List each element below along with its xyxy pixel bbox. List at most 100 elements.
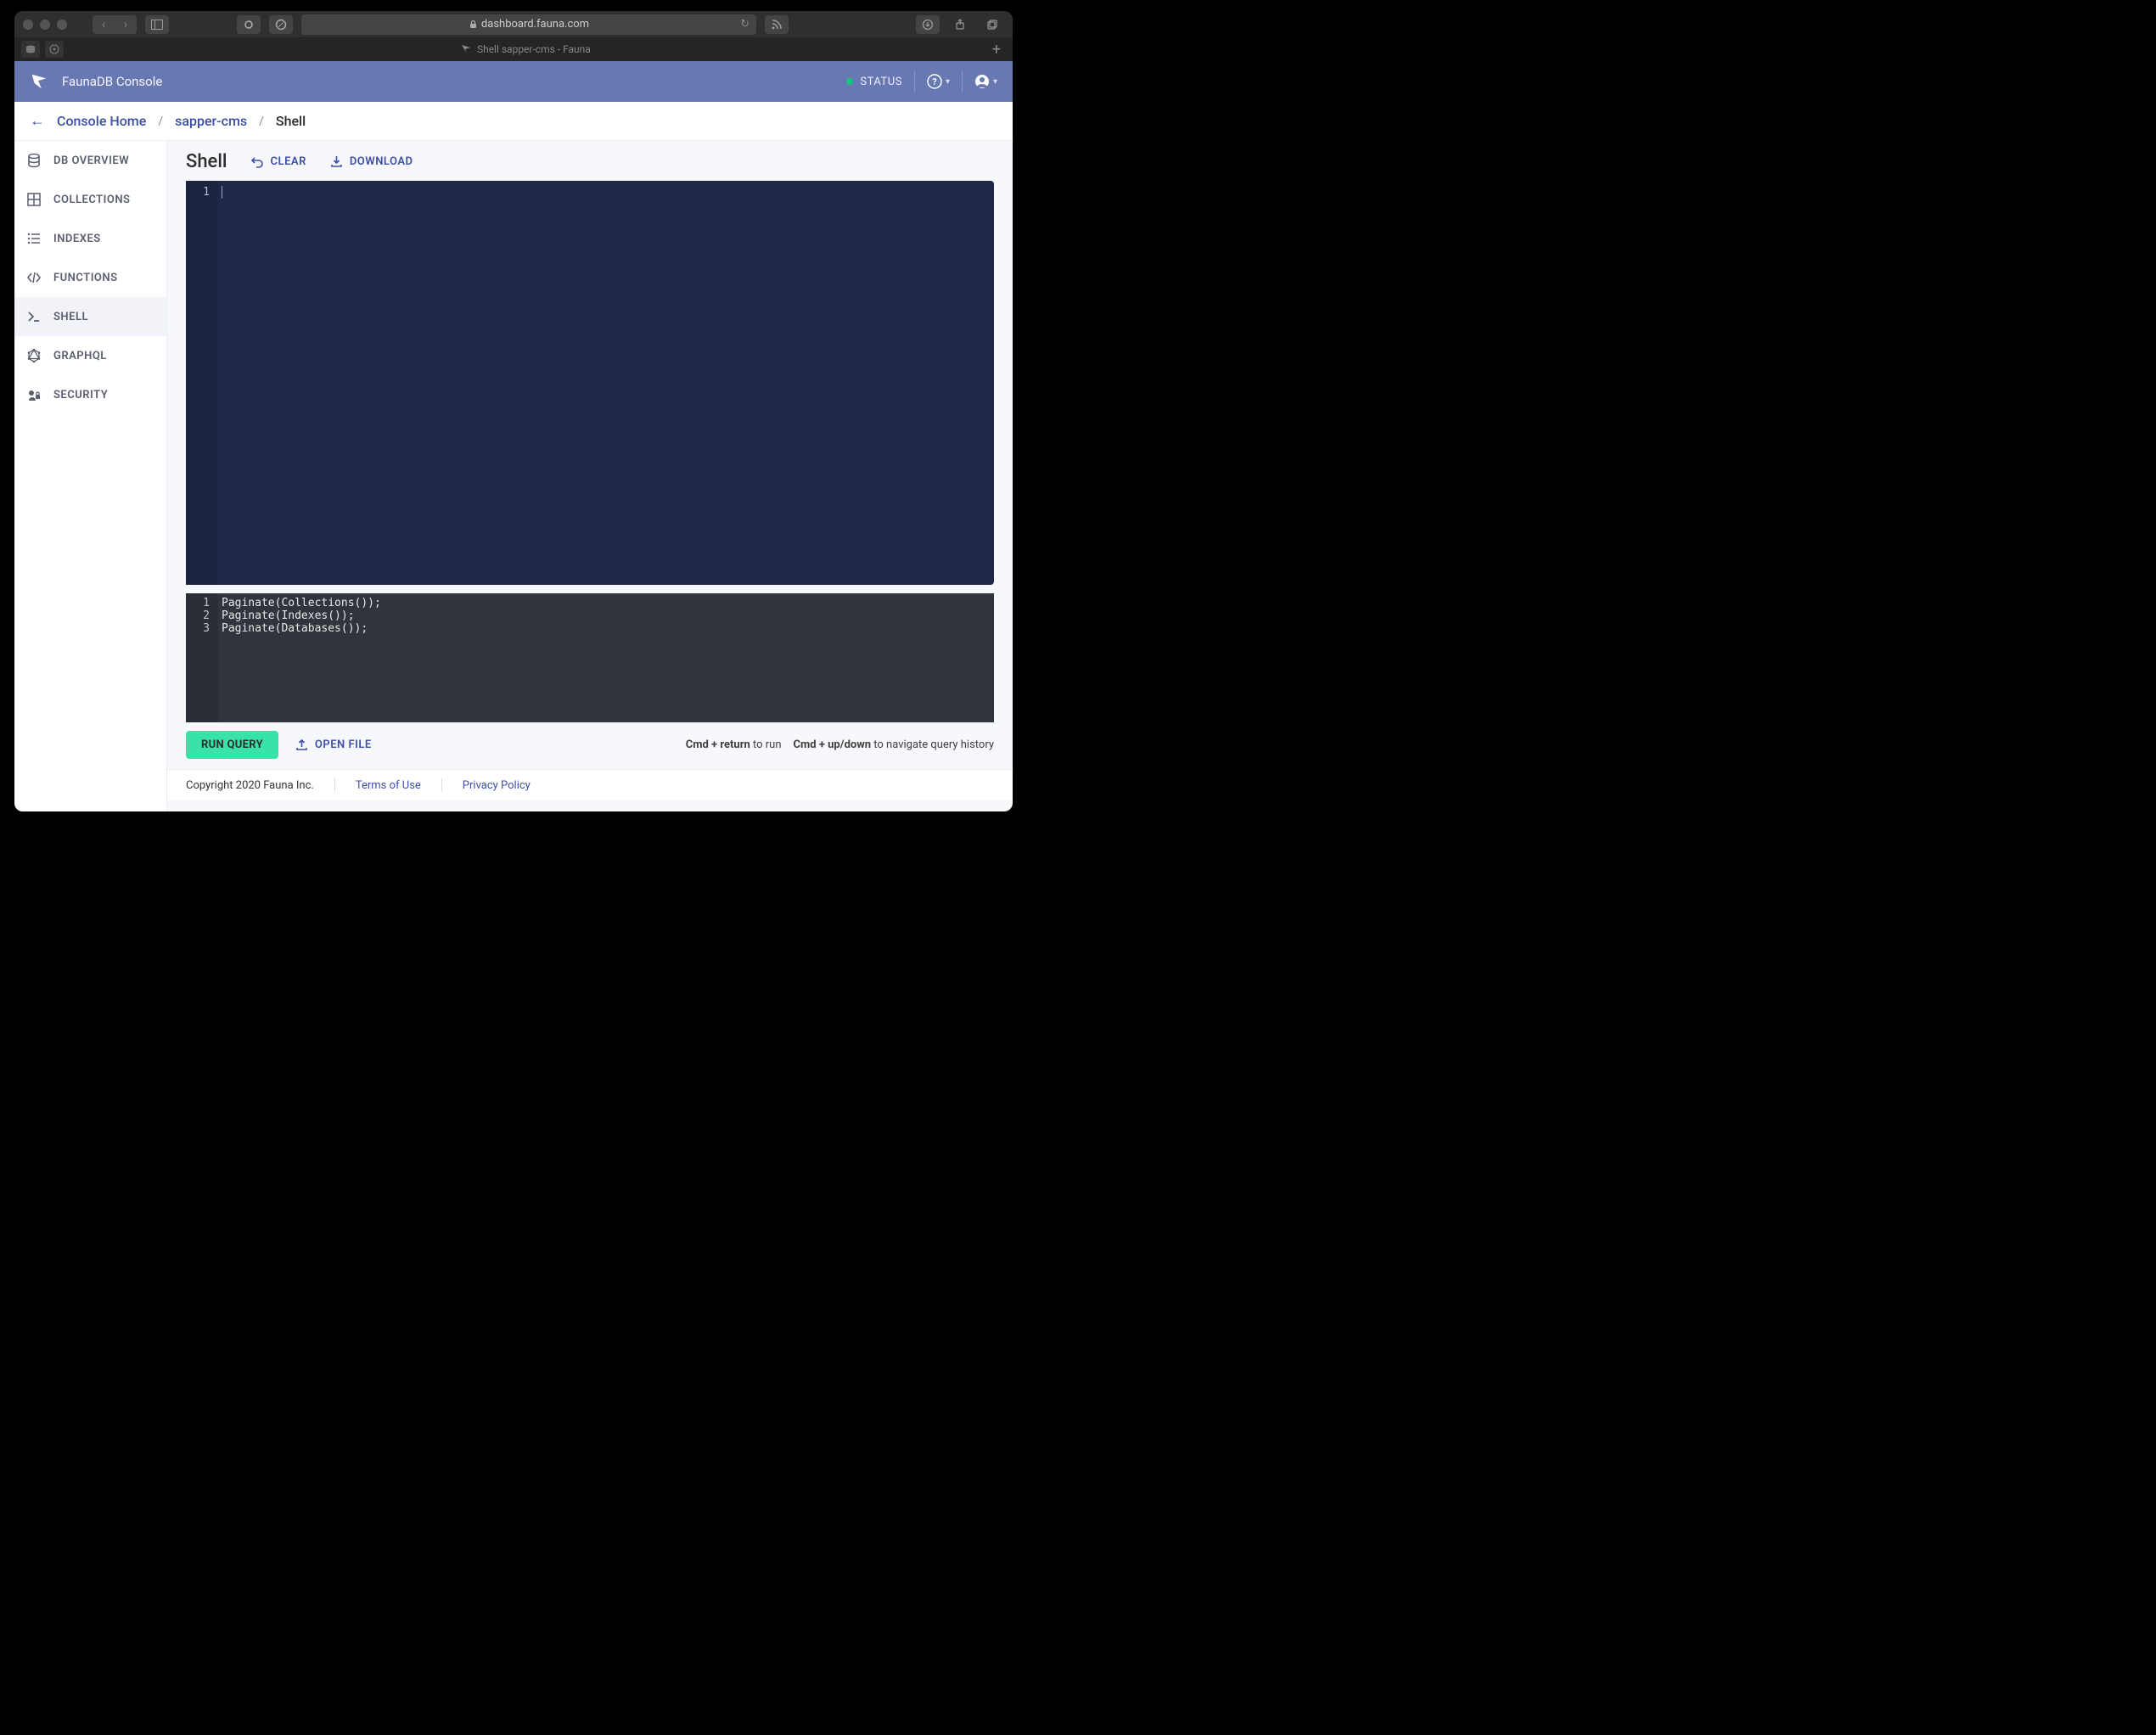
sidebar-item-label: GRAPHQL [53,350,107,362]
discord-icon[interactable] [21,41,40,58]
back-arrow-icon[interactable]: ← [30,112,45,130]
line-number: 1 [186,597,210,609]
privacy-link[interactable]: Privacy Policy [463,779,531,792]
download-label: DOWNLOAD [350,155,413,168]
appbar: FaunaDB Console STATUS ? ▾ ▾ [14,61,1013,102]
lock-icon [469,20,478,29]
output-line: Paginate(Indexes()); [222,609,994,622]
appbar-divider [962,70,963,93]
crumb-sep: / [259,115,264,128]
sidebar-item-label: DB OVERVIEW [53,154,129,167]
page-title: Shell [186,151,227,172]
copyright: Copyright 2020 Fauna Inc. [186,779,314,792]
footer-divider [441,778,442,792]
sidebar-item-collections[interactable]: COLLECTIONS [14,180,166,219]
crumb-sep: / [158,115,163,128]
sidebar-item-graphql[interactable]: GRAPHQL [14,336,166,375]
tab-title: Shell sapper-cms - Fauna [477,43,591,55]
status-indicator[interactable]: STATUS [846,76,902,88]
clear-button[interactable]: CLEAR [251,155,306,168]
output-gutter: 1 2 3 [186,593,218,722]
chevron-down-icon: ▾ [993,77,997,87]
editor-gutter: 1 [186,181,218,585]
status-dot-icon [846,78,853,85]
sidebar-item-security[interactable]: SECURITY [14,375,166,414]
crumb-home[interactable]: Console Home [57,113,146,129]
open-file-label: OPEN FILE [315,738,372,751]
sidebar-item-dboverview[interactable]: DB OVERVIEW [14,141,166,180]
sidebar-item-functions[interactable]: FUNCTIONS [14,258,166,297]
hint-history: Cmd + up/down to navigate query history [794,738,994,751]
graphql-icon [26,348,42,363]
output-panel: 1 2 3 Paginate(Collections()); Paginate(… [186,593,994,722]
line-number: 1 [186,186,210,199]
share-icon[interactable] [948,15,972,34]
appbar-divider [914,70,915,93]
run-query-button[interactable]: RUN QUERY [186,731,278,759]
help-icon: ? [927,74,942,89]
browser-tabbar: Shell sapper-cms - Fauna + [14,37,1013,61]
browser-window: ‹ › dashboard.fauna.com ↻ [14,11,1013,811]
nav-arrows: ‹ › [93,15,137,34]
download-icon[interactable] [916,15,940,34]
user-icon [974,74,990,89]
address-bar[interactable]: dashboard.fauna.com ↻ [301,14,756,35]
user-menu[interactable]: ▾ [974,74,997,89]
sidebar-item-indexes[interactable]: INDEXES [14,219,166,258]
adblock-icon[interactable] [269,15,293,34]
code-icon [26,270,42,285]
download-icon [330,155,343,168]
forward-icon[interactable]: › [115,15,137,34]
rss-icon[interactable] [765,15,789,34]
footer-divider [334,778,335,792]
sidebar-item-label: FUNCTIONS [53,272,118,284]
crumb-db[interactable]: sapper-cms [175,113,247,129]
status-label: STATUS [860,76,902,88]
svg-text:?: ? [932,76,937,87]
line-number: 2 [186,609,210,622]
back-icon[interactable]: ‹ [93,15,115,34]
sidebar: DB OVERVIEW COLLECTIONS INDEXES FUNCTION… [14,141,167,811]
download-button[interactable]: DOWNLOAD [330,155,413,168]
app-root: FaunaDB Console STATUS ? ▾ ▾ ← Console H… [14,61,1013,811]
sidebar-item-label: SECURITY [53,389,108,401]
reload-icon[interactable]: ↻ [740,18,750,31]
output-content: Paginate(Collections()); Paginate(Indexe… [218,593,994,722]
titlebar-right [916,15,1004,34]
terminal-icon [26,309,42,324]
sidebar-toggle-icon[interactable] [145,15,169,34]
sidebar-item-label: INDEXES [53,233,101,245]
open-file-button[interactable]: OPEN FILE [295,738,372,751]
browser-titlebar: ‹ › dashboard.fauna.com ↻ [14,11,1013,37]
hint-run: Cmd + return to run [686,738,782,751]
run-label: RUN QUERY [201,738,263,751]
sidebar-item-label: SHELL [53,311,88,323]
database-icon [26,153,42,168]
security-icon [26,387,42,402]
sidebar-item-label: COLLECTIONS [53,194,131,206]
app-title: FaunaDB Console [62,74,162,89]
new-tab-button[interactable]: + [987,41,1006,59]
minimize-icon[interactable] [40,20,50,30]
crumb-current: Shell [276,113,306,129]
app-icon[interactable] [45,41,64,58]
chevron-down-icon: ▾ [946,77,950,87]
help-menu[interactable]: ? ▾ [927,74,950,89]
sidebar-item-shell[interactable]: SHELL [14,297,166,336]
close-icon[interactable] [23,20,33,30]
tabs-icon[interactable] [980,15,1004,34]
line-number: 3 [186,622,210,635]
editor-content[interactable] [218,181,994,585]
main-panel: Shell CLEAR DOWNLOAD 1 [167,141,1013,811]
query-editor[interactable]: 1 [186,181,994,585]
share-cycle-icon[interactable] [237,15,261,34]
list-icon [26,231,42,246]
url-text: dashboard.fauna.com [481,18,589,31]
output-line: Paginate(Databases()); [222,622,994,635]
terms-link[interactable]: Terms of Use [356,779,421,792]
app-footer: Copyright 2020 Fauna Inc. Terms of Use P… [167,769,1013,800]
tab-current[interactable]: Shell sapper-cms - Fauna [69,43,982,55]
zoom-icon[interactable] [57,20,67,30]
fauna-logo-icon [30,72,48,91]
app-body: DB OVERVIEW COLLECTIONS INDEXES FUNCTION… [14,141,1013,811]
